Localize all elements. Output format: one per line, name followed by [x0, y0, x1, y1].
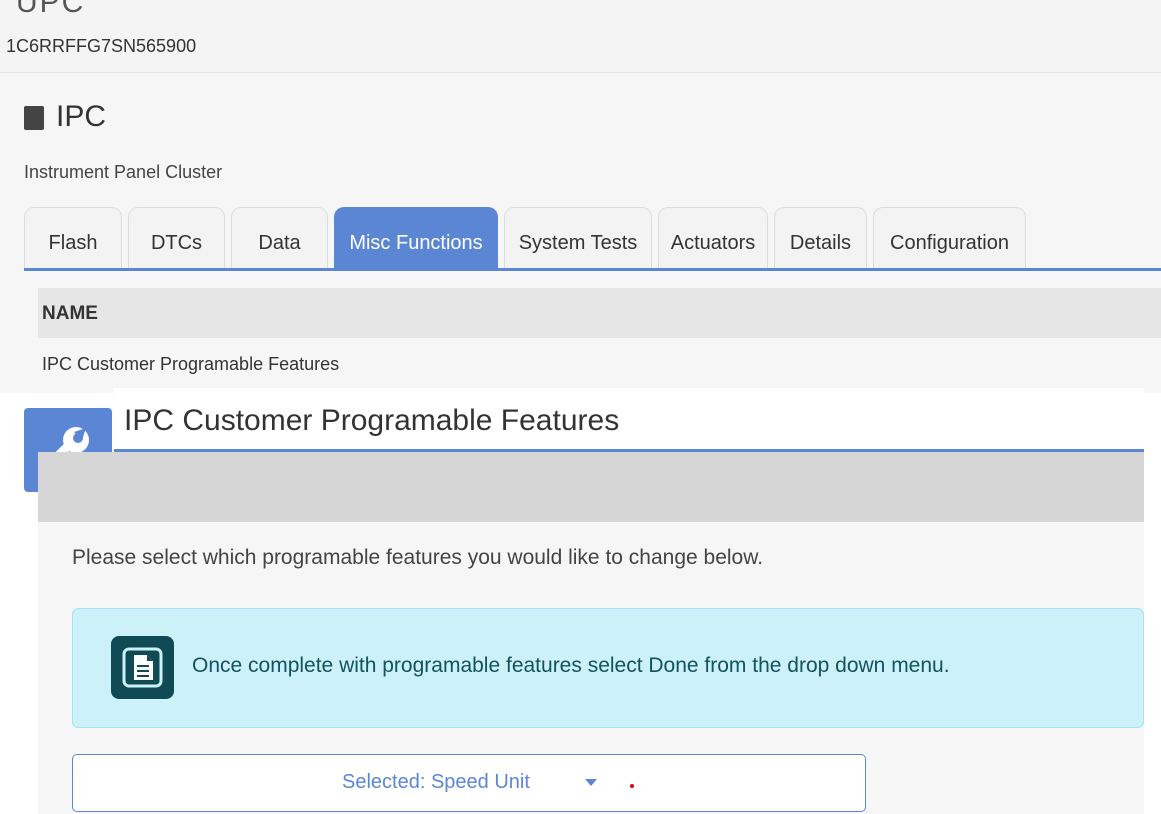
tab-configuration[interactable]: Configuration	[873, 207, 1026, 268]
name-column-header: NAME	[42, 303, 98, 324]
table-row[interactable]: IPC Customer Programable Features	[42, 354, 339, 375]
tab-flash[interactable]: Flash	[24, 207, 122, 268]
tab-underline	[24, 268, 1161, 271]
tab-bar: Flash DTCs Data Misc Functions System Te…	[24, 207, 1161, 271]
vin-label: 1C6RRFFG7SN565900	[6, 36, 197, 56]
module-subtitle: Instrument Panel Cluster	[24, 162, 223, 182]
feature-select-dropdown[interactable]: Selected: Speed Unit	[72, 754, 866, 812]
tab-data[interactable]: Data	[231, 207, 328, 268]
module-title: IPC	[56, 100, 107, 133]
tab-system-tests[interactable]: System Tests	[504, 207, 652, 268]
tab-actuators[interactable]: Actuators	[658, 207, 768, 268]
module-status-icon	[24, 106, 44, 130]
caret-down-icon	[585, 779, 597, 786]
table-header: NAME	[38, 288, 1161, 338]
panel-header-band	[38, 452, 1144, 522]
panel-title-bar: IPC Customer Programable Features	[114, 388, 1144, 452]
tab-dtcs[interactable]: DTCs	[128, 207, 225, 268]
info-message: Once complete with programable features …	[192, 654, 950, 677]
cursor-marker	[630, 784, 634, 788]
cut-off-heading: UPC	[16, 0, 86, 19]
tab-misc-functions[interactable]: Misc Functions	[334, 207, 498, 268]
document-icon	[111, 636, 174, 699]
instruction-text: Please select which programable features…	[72, 546, 764, 569]
tab-details[interactable]: Details	[774, 207, 867, 268]
dropdown-label: Selected: Speed Unit	[342, 771, 530, 793]
panel-title: IPC Customer Programable Features	[124, 404, 620, 437]
